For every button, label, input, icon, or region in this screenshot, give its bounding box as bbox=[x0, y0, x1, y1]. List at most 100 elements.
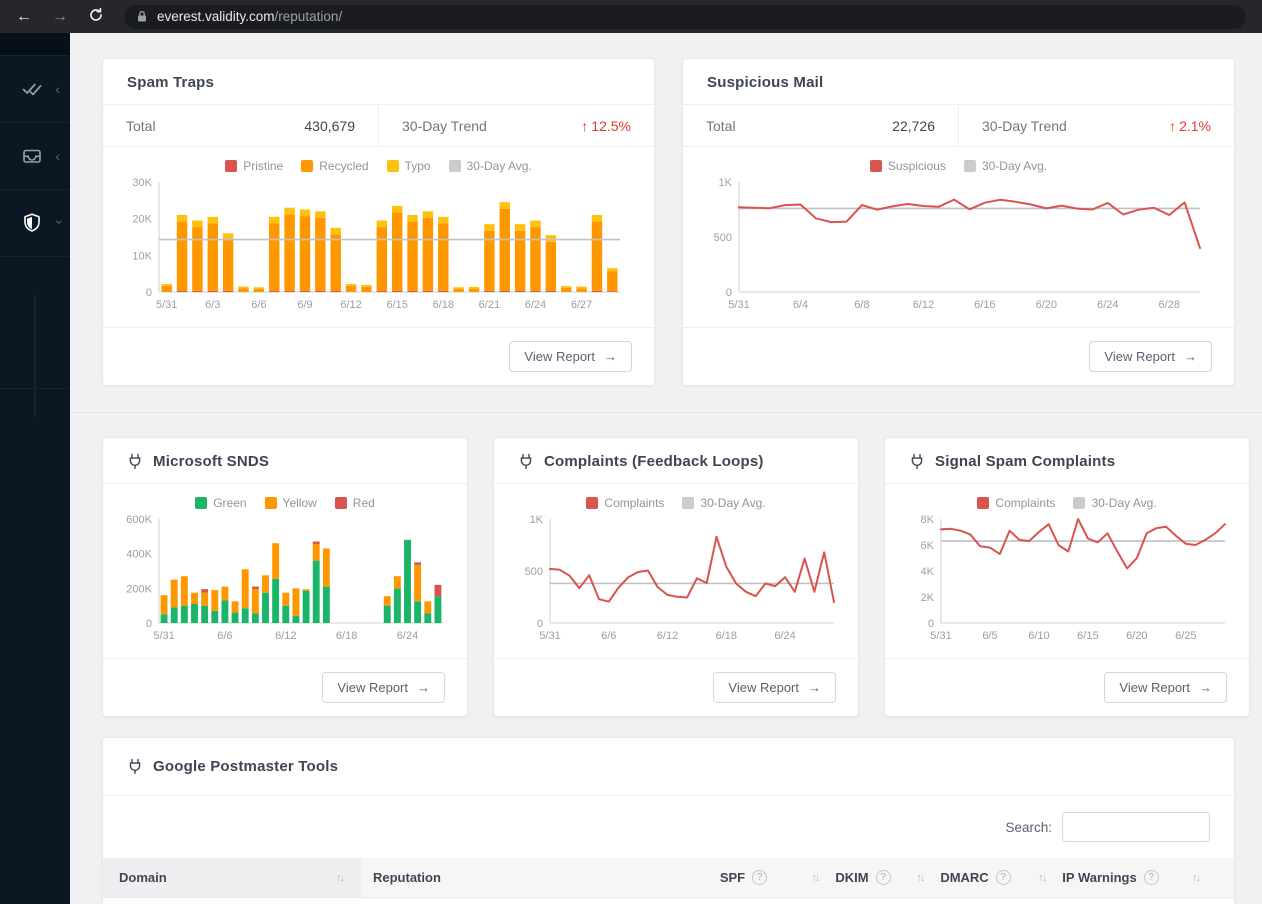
view-report-button[interactable]: View Report → bbox=[713, 672, 836, 703]
legend-entry: Suspicious bbox=[869, 159, 946, 173]
svg-text:6/6: 6/6 bbox=[601, 630, 616, 642]
svg-text:6/28: 6/28 bbox=[1159, 299, 1180, 311]
sidebar-item-reputation[interactable]: ‹ bbox=[0, 190, 70, 257]
svg-text:0: 0 bbox=[928, 618, 934, 630]
google-postmaster-card: Google Postmaster Tools Search: Domain ↑… bbox=[102, 737, 1235, 904]
shield-icon bbox=[21, 212, 43, 234]
forward-button[interactable]: → bbox=[52, 8, 68, 25]
sort-icon[interactable]: ↑↓ bbox=[811, 872, 820, 884]
svg-text:6/5: 6/5 bbox=[982, 630, 997, 642]
microsoft-snds-card: Microsoft SNDS Green Yellow Red 0 200K 400K 6… bbox=[102, 437, 468, 717]
help-icon[interactable]: ? bbox=[995, 870, 1011, 885]
help-icon[interactable]: ? bbox=[1143, 870, 1159, 885]
spam-traps-title: Spam Traps bbox=[127, 74, 215, 91]
svg-text:6/4: 6/4 bbox=[793, 299, 808, 311]
arrow-right-icon: → bbox=[1184, 349, 1197, 364]
help-icon[interactable]: ? bbox=[875, 870, 891, 885]
suspicious-mail-chart: 0 500 1K 5/31 6/4 6/8 6/12 6/16 6/20 6/24 6/28 bbox=[714, 177, 1201, 311]
sidebar-item-validation[interactable]: ‹ bbox=[0, 56, 70, 123]
trend-up-icon: ↑ bbox=[1169, 117, 1177, 134]
legend-entry: Red bbox=[334, 496, 375, 510]
svg-text:6/12: 6/12 bbox=[913, 299, 934, 311]
legend-entry: 30-Day Avg. bbox=[448, 159, 532, 173]
arrow-right-icon: → bbox=[1199, 680, 1212, 695]
svg-text:6/27: 6/27 bbox=[571, 299, 592, 311]
column-header-ip-warnings[interactable]: ↑↓ IP Warnings ? bbox=[1021, 870, 1176, 885]
snds-chart: 0 200K 400K 600K 5/31 6/6 6/12 6/18 6/24 bbox=[126, 514, 443, 642]
svg-text:6/8: 6/8 bbox=[854, 299, 869, 311]
signal-spam-card: Signal Spam Complaints Complaints 30-Day … bbox=[884, 437, 1250, 717]
sort-icon[interactable]: ↑↓ bbox=[336, 872, 345, 884]
column-header-dmarc[interactable]: ↑↓ DMARC ? bbox=[906, 870, 1021, 885]
chevron-left-icon: ‹ bbox=[55, 81, 60, 97]
spam-traps-chart: 0 10K 20K 30K 5/31 6/3 6/6 6/9 6/12 6/15 6/18 6/21 6… bbox=[132, 177, 620, 311]
svg-text:6/9: 6/9 bbox=[297, 299, 312, 311]
svg-text:500: 500 bbox=[525, 566, 543, 578]
view-report-button[interactable]: View Report → bbox=[322, 672, 445, 703]
search-input[interactable] bbox=[1062, 812, 1210, 842]
svg-text:6/18: 6/18 bbox=[336, 630, 357, 642]
view-report-button[interactable]: View Report → bbox=[509, 341, 632, 372]
sort-icon[interactable]: ↑↓ bbox=[916, 872, 925, 884]
complaints-legend: Complaints 30-Day Avg. bbox=[512, 492, 840, 513]
svg-text:2K: 2K bbox=[921, 592, 935, 604]
search-label: Search: bbox=[1005, 819, 1052, 835]
legend-entry: 30-Day Avg. bbox=[1073, 496, 1157, 510]
complaints-title: Complaints (Feedback Loops) bbox=[544, 453, 764, 470]
help-icon[interactable]: ? bbox=[752, 870, 768, 885]
google-postmaster-title: Google Postmaster Tools bbox=[153, 758, 339, 775]
complaints-card: Complaints (Feedback Loops) Complaints 30… bbox=[493, 437, 859, 717]
legend-entry: Pristine bbox=[225, 159, 283, 173]
column-header-spf[interactable]: SPF ? bbox=[691, 870, 796, 885]
sort-icon[interactable]: ↑↓ bbox=[1192, 872, 1201, 884]
svg-text:500: 500 bbox=[714, 232, 732, 244]
suspicious-mail-total: Total 22,726 bbox=[706, 117, 935, 134]
svg-text:6/12: 6/12 bbox=[340, 299, 361, 311]
trend-value: ↑ 2.1% bbox=[1169, 117, 1211, 134]
table-header: Domain ↑↓ Reputation SPF ? ↑↓ DKIM ? ↑↓ bbox=[103, 858, 1234, 898]
view-report-button[interactable]: View Report → bbox=[1104, 672, 1227, 703]
svg-text:200K: 200K bbox=[126, 583, 152, 595]
sidebar-item-inbox[interactable]: ‹ bbox=[0, 123, 70, 190]
inbox-icon bbox=[21, 145, 43, 167]
spam-traps-legend: Pristine Recycled Typo 30-Day Avg. bbox=[121, 155, 636, 176]
svg-text:6/18: 6/18 bbox=[716, 630, 737, 642]
sidebar-divider bbox=[0, 388, 70, 389]
svg-text:6/24: 6/24 bbox=[397, 630, 418, 642]
svg-text:1K: 1K bbox=[719, 177, 733, 189]
svg-text:5/31: 5/31 bbox=[156, 299, 177, 311]
sidebar-top-spacer bbox=[0, 33, 70, 56]
legend-entry: Complaints bbox=[977, 496, 1055, 510]
main-content: Spam Traps Total 430,679 30-Day Trend ↑ 1… bbox=[70, 33, 1262, 904]
address-bar[interactable]: everest.validity.com/reputation/ bbox=[124, 4, 1246, 29]
svg-text:6/25: 6/25 bbox=[1175, 630, 1196, 642]
svg-text:6/24: 6/24 bbox=[1097, 299, 1118, 311]
chevron-left-icon: ‹ bbox=[55, 148, 60, 164]
sidebar-subnav-indicator bbox=[34, 295, 36, 417]
section-divider bbox=[70, 412, 1262, 413]
legend-entry: Typo bbox=[386, 159, 431, 173]
svg-text:6/16: 6/16 bbox=[974, 299, 995, 311]
reload-button[interactable] bbox=[88, 7, 104, 27]
url-text: everest.validity.com/reputation/ bbox=[157, 9, 343, 24]
svg-text:6/24: 6/24 bbox=[525, 299, 546, 311]
legend-entry: Complaints bbox=[586, 496, 664, 510]
chevron-down-icon: ‹ bbox=[49, 219, 66, 225]
column-header-dkim[interactable]: ↑↓ DKIM ? bbox=[796, 870, 906, 885]
lock-icon bbox=[136, 10, 148, 23]
suspicious-mail-legend: Suspicious 30-Day Avg. bbox=[701, 155, 1216, 176]
svg-text:400K: 400K bbox=[126, 549, 152, 561]
sort-icon[interactable]: ↑↓ bbox=[1038, 872, 1047, 884]
browser-toolbar: ← → everest.validity.com/reputation/ bbox=[0, 0, 1262, 33]
svg-text:20K: 20K bbox=[132, 214, 152, 226]
view-report-button[interactable]: View Report → bbox=[1089, 341, 1212, 372]
arrow-right-icon: → bbox=[417, 680, 430, 695]
svg-text:600K: 600K bbox=[126, 514, 152, 526]
table-row: validity.com N/A 100% 100% 0 → bbox=[103, 898, 1234, 904]
svg-text:6/15: 6/15 bbox=[1077, 630, 1098, 642]
sidebar: ‹ ‹ ‹ bbox=[0, 33, 70, 904]
svg-text:6K: 6K bbox=[921, 540, 935, 552]
column-header-domain[interactable]: Domain ↑↓ bbox=[103, 858, 361, 897]
spam-traps-card: Spam Traps Total 430,679 30-Day Trend ↑ 1… bbox=[102, 58, 655, 386]
back-button[interactable]: ← bbox=[16, 8, 32, 25]
